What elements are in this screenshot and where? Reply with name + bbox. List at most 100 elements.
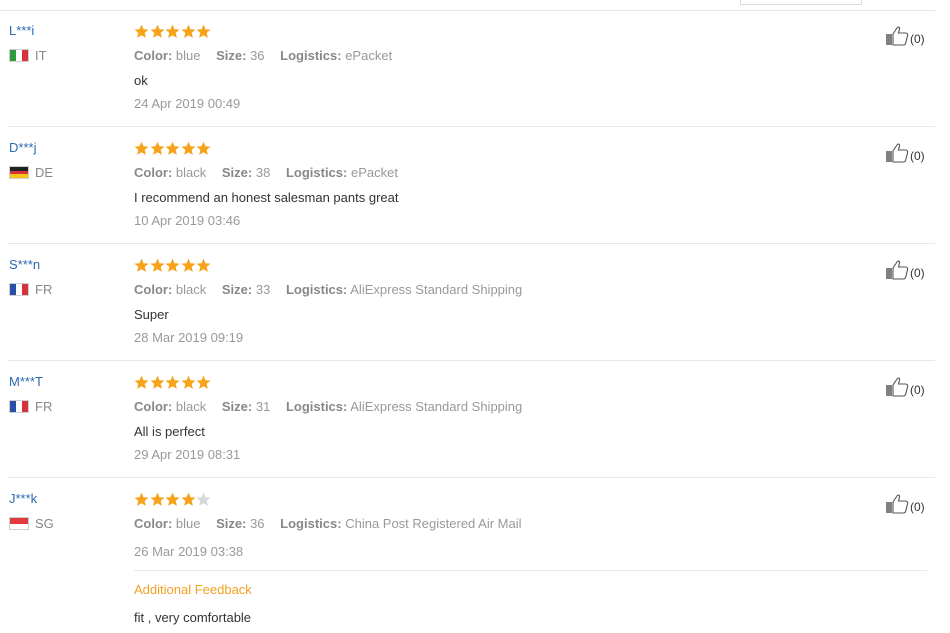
review-item: M***T FR Color: black Size: 31 Logistics… — [0, 361, 935, 478]
review-text: All is perfect — [134, 424, 205, 439]
reviewer-country: FR — [9, 399, 52, 414]
size-label: Size: — [216, 48, 247, 63]
review-text: ok — [134, 73, 148, 88]
reviewer-name[interactable]: D***j — [9, 140, 36, 155]
size-value: 38 — [255, 165, 271, 180]
like-count: (0) — [910, 31, 925, 46]
country-code: DE — [35, 165, 54, 180]
review-text: I recommend an honest salesman pants gre… — [134, 190, 399, 205]
star-icon — [165, 258, 180, 272]
reviewer-country: FR — [9, 282, 52, 297]
star-icon — [150, 492, 164, 506]
like-button[interactable]: (0) — [885, 260, 925, 285]
star-icon — [181, 375, 195, 389]
color-value: blue — [175, 48, 201, 63]
star-icon — [181, 492, 195, 506]
star-icon — [150, 24, 164, 38]
review-item: L***i IT Color: blue Size: 36 Logistics:… — [0, 10, 935, 127]
thumbs-up-icon — [885, 494, 909, 519]
logistics-value: AliExpress Standard Shipping — [350, 282, 523, 297]
star-icon — [150, 375, 164, 389]
reviewer-country: IT — [9, 48, 47, 63]
review-item: D***j DE Color: black Size: 38 Logistics… — [0, 127, 935, 244]
review-attributes: Color: blue Size: 36 Logistics: China Po… — [134, 516, 522, 531]
color-label: Color: — [134, 48, 173, 63]
size-label: Size: — [221, 399, 253, 414]
star-icon — [196, 492, 211, 506]
rating-stars — [134, 141, 212, 156]
star-icon — [181, 24, 195, 38]
star-icon — [196, 141, 211, 155]
like-button[interactable]: (0) — [885, 143, 925, 168]
size-value: 31 — [255, 399, 271, 414]
logistics-label: Logistics: — [285, 165, 348, 180]
color-value: black — [175, 282, 207, 297]
review-attributes: Color: black Size: 31 Logistics: AliExpr… — [134, 399, 522, 414]
logistics-label: Logistics: — [285, 282, 348, 297]
review-attributes: Color: blue Size: 36 Logistics: ePacket — [134, 48, 392, 63]
star-icon — [181, 141, 195, 155]
additional-feedback-divider — [134, 570, 927, 571]
additional-feedback-title: Additional Feedback — [134, 582, 252, 597]
logistics-value: AliExpress Standard Shipping — [350, 399, 523, 414]
like-button[interactable]: (0) — [885, 494, 925, 519]
rating-stars — [134, 375, 212, 390]
country-code: FR — [35, 282, 53, 297]
color-value: blue — [175, 516, 201, 531]
flag-sg-icon — [9, 517, 29, 530]
review-attributes: Color: black Size: 38 Logistics: ePacket — [134, 165, 398, 180]
logistics-value: ePacket — [345, 48, 393, 63]
flag-fr-icon — [9, 283, 29, 296]
country-code: SG — [35, 516, 54, 531]
color-value: black — [175, 399, 207, 414]
star-icon — [150, 258, 164, 272]
star-icon — [134, 492, 149, 506]
color-value: black — [175, 165, 207, 180]
star-icon — [165, 375, 180, 389]
like-count: (0) — [910, 265, 925, 280]
color-label: Color: — [134, 165, 173, 180]
additional-feedback-text: fit , very comfortable — [134, 610, 252, 625]
review-date: 26 Mar 2019 03:38 — [134, 544, 244, 559]
thumbs-up-icon — [885, 26, 909, 51]
reviewer-country: SG — [9, 516, 54, 531]
rating-stars — [134, 24, 212, 39]
review-item: S***n FR Color: black Size: 33 Logistics… — [0, 244, 935, 361]
country-code: FR — [35, 399, 53, 414]
sort-dropdown-edge[interactable] — [740, 0, 862, 5]
like-button[interactable]: (0) — [885, 26, 925, 51]
size-label: Size: — [216, 516, 247, 531]
review-item: J***k SG Color: blue Size: 36 Logistics:… — [0, 478, 935, 633]
star-icon — [196, 24, 211, 38]
star-icon — [181, 258, 195, 272]
flag-fr-icon — [9, 400, 29, 413]
like-count: (0) — [910, 499, 925, 514]
size-label: Size: — [221, 282, 253, 297]
star-icon — [165, 141, 180, 155]
review-attributes: Color: black Size: 33 Logistics: AliExpr… — [134, 282, 522, 297]
review-date: 29 Apr 2019 08:31 — [134, 447, 241, 462]
star-icon — [134, 24, 149, 38]
review-date: 10 Apr 2019 03:46 — [134, 213, 241, 228]
rating-stars — [134, 492, 212, 507]
color-label: Color: — [134, 516, 173, 531]
reviewer-name[interactable]: J***k — [9, 491, 37, 506]
star-icon — [165, 24, 180, 38]
like-button[interactable]: (0) — [885, 377, 925, 402]
size-value: 33 — [255, 282, 271, 297]
logistics-value: China Post Registered Air Mail — [345, 516, 522, 531]
star-icon — [196, 375, 211, 389]
logistics-label: Logistics: — [280, 516, 342, 531]
thumbs-up-icon — [885, 260, 909, 285]
rating-stars — [134, 258, 212, 273]
thumbs-up-icon — [885, 377, 909, 402]
reviewer-name[interactable]: M***T — [9, 374, 43, 389]
reviewer-name[interactable]: S***n — [9, 257, 40, 272]
star-icon — [134, 258, 149, 272]
size-value: 36 — [250, 516, 265, 531]
like-count: (0) — [910, 382, 925, 397]
reviewer-name[interactable]: L***i — [9, 23, 34, 38]
review-text: Super — [134, 307, 169, 322]
star-icon — [196, 258, 211, 272]
flag-de-icon — [9, 166, 29, 179]
